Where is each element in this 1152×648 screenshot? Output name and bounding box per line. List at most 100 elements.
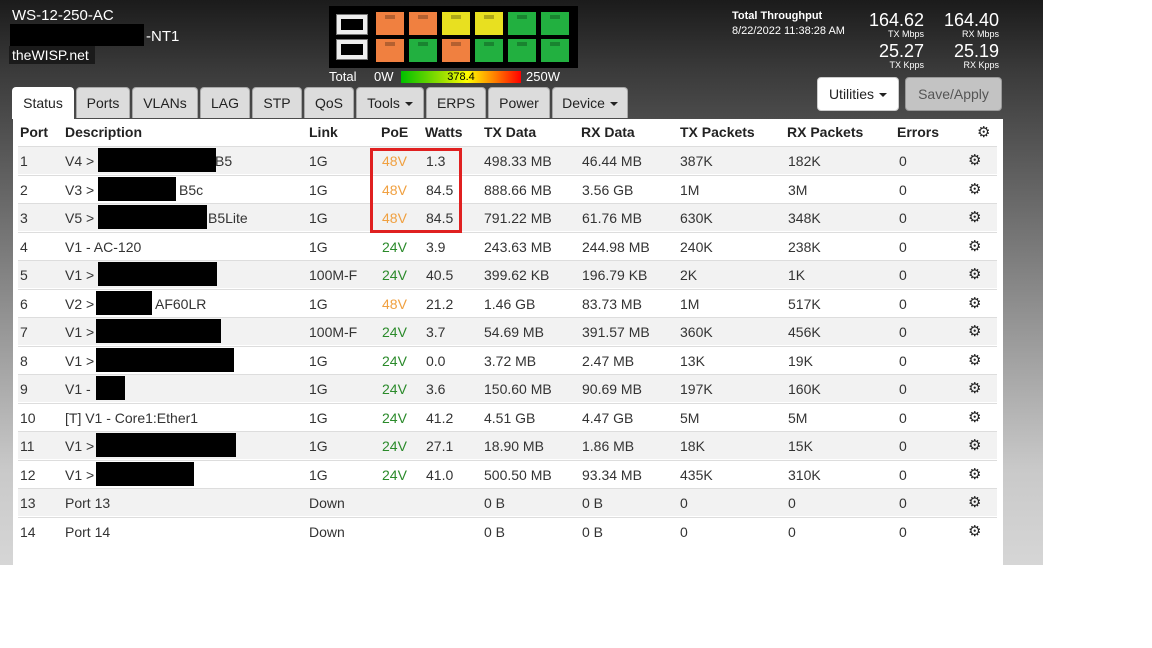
poe-voltage: 48V — [382, 295, 407, 312]
errors: 0 — [899, 210, 907, 226]
table-row[interactable]: 4 V1 - AC-120 1G 24V 3.9 243.63 MB 244.98 MB 24… — [18, 231, 997, 260]
chevron-down-icon — [874, 86, 887, 102]
tab-device[interactable]: Device — [552, 87, 628, 118]
port-number: 10 — [20, 409, 36, 426]
watts: 3.7 — [426, 324, 446, 340]
errors: 0 — [899, 352, 907, 369]
rx-data: 93.34 MB — [582, 466, 642, 483]
description: V3 > — [65, 181, 95, 198]
ethernet-port-2[interactable] — [408, 11, 438, 36]
utilities-button[interactable]: Utilities — [817, 77, 899, 111]
link-status: 1G — [309, 466, 328, 483]
ethernet-port-11[interactable] — [507, 38, 537, 63]
tx-mbps-value: 164.62 — [868, 10, 924, 30]
ethernet-port-9[interactable] — [441, 38, 471, 63]
gear-icon[interactable]: ⚙ — [968, 408, 981, 426]
port-panel — [329, 6, 578, 68]
gear-icon[interactable]: ⚙ — [968, 322, 981, 340]
tab-erps[interactable]: ERPS — [426, 87, 486, 118]
rx-data: 3.56 GB — [582, 181, 634, 198]
tx-packets: 13K — [680, 352, 705, 369]
table-row[interactable]: 11 V1 > 1G 24V 27.1 18.90 MB 1.86 MB 18K 15K 0 ⚙ — [18, 431, 997, 459]
save-apply-button[interactable]: Save/Apply — [905, 77, 1002, 111]
table-row[interactable]: 14 Port 14 Down 0 B 0 B 0 0 0 ⚙ — [18, 516, 997, 545]
redaction-block — [96, 433, 236, 457]
port-number: 11 — [20, 438, 35, 454]
watts: 41.2 — [426, 409, 454, 426]
tx-packets: 197K — [680, 381, 713, 397]
gear-icon[interactable]: ⚙ — [977, 123, 990, 141]
gear-icon[interactable]: ⚙ — [968, 351, 981, 369]
sfp-port-1[interactable] — [336, 14, 368, 35]
table-row[interactable]: 12 V1 > 1G 24V 41.0 500.50 MB 93.34 MB 435K 310K… — [18, 459, 997, 488]
tab-vlans[interactable]: VLANs — [132, 87, 198, 118]
power-max: 250W — [526, 69, 560, 84]
gear-icon[interactable]: ⚙ — [968, 265, 981, 283]
ethernet-port-8[interactable] — [408, 38, 438, 63]
table-row[interactable]: 10 [T] V1 - Core1:Ether1 1G 24V 41.2 4.51 GB 4… — [18, 402, 997, 431]
tab-status[interactable]: Status — [12, 87, 74, 119]
tab-power[interactable]: Power — [488, 87, 550, 118]
ethernet-port-12[interactable] — [540, 38, 570, 63]
table-row[interactable]: 7 V1 > 100M-F 24V 3.7 54.69 MB 391.57 MB 360K 45… — [18, 317, 997, 345]
gear-icon[interactable]: ⚙ — [968, 294, 981, 312]
gear-icon[interactable]: ⚙ — [968, 465, 981, 483]
tx-packets: 5M — [680, 409, 700, 426]
description: V1 > — [65, 324, 95, 340]
ethernet-port-7[interactable] — [375, 38, 405, 63]
errors: 0 — [899, 324, 907, 340]
tx-packets: 360K — [680, 324, 713, 340]
errors: 0 — [899, 181, 907, 198]
link-status: Down — [309, 495, 345, 511]
table-row[interactable]: 6 V2 > AF60LR 1G 48V 21.2 1.46 GB 83.73 MB 1M 517… — [18, 288, 997, 317]
table-row[interactable]: 2 V3 > B5c 1G 48V 84.5 888.66 MB 3.56 GB 1M 3M 0 ⚙ — [18, 174, 997, 203]
errors: 0 — [899, 238, 907, 255]
tab-ports[interactable]: Ports — [76, 87, 130, 118]
poe-voltage: 24V — [382, 267, 407, 283]
tx-data: 399.62 KB — [484, 267, 550, 283]
errors: 0 — [899, 295, 907, 312]
gear-icon[interactable]: ⚙ — [968, 237, 981, 255]
table-row[interactable]: 5 V1 > 100M-F 24V 40.5 399.62 KB 196.79 KB 2K 1K… — [18, 260, 997, 288]
description: V4 > — [65, 153, 95, 169]
table-row[interactable]: 8 V1 > 1G 24V 0.0 3.72 MB 2.47 MB 13K 19K 0 ⚙ — [18, 345, 997, 374]
gear-icon[interactable]: ⚙ — [968, 436, 981, 454]
tx-packets: 387K — [680, 153, 713, 169]
table-row[interactable]: 13 Port 13 Down 0 B 0 B 0 0 0 ⚙ — [18, 488, 997, 516]
tab-stp[interactable]: STP — [252, 87, 302, 118]
rx-data: 1.86 MB — [582, 438, 635, 454]
description: V1 - — [65, 381, 91, 397]
gear-icon[interactable]: ⚙ — [968, 151, 981, 169]
gear-icon[interactable]: ⚙ — [968, 522, 981, 540]
tab-qos[interactable]: QoS — [304, 87, 354, 118]
watts: 0.0 — [426, 352, 446, 369]
port-number: 9 — [20, 381, 28, 397]
gear-icon[interactable]: ⚙ — [968, 493, 981, 511]
sfp-port-2[interactable] — [336, 39, 368, 60]
table-row[interactable]: 1 V4 > B5 1G 48V 1.3 498.33 MB 46.44 MB 387K 182K… — [18, 146, 997, 174]
tx-data: 150.60 MB — [484, 381, 552, 397]
tab-lag[interactable]: LAG — [200, 87, 250, 118]
gear-icon[interactable]: ⚙ — [968, 208, 981, 226]
table-row[interactable]: 9 V1 - 1G 24V 3.6 150.60 MB 90.69 MB 197K 160K 0 ⚙ — [18, 374, 997, 402]
ethernet-port-5[interactable] — [507, 11, 537, 36]
ethernet-port-3[interactable] — [441, 11, 471, 36]
ethernet-port-4[interactable] — [474, 11, 504, 36]
gear-icon[interactable]: ⚙ — [968, 379, 981, 397]
gear-icon[interactable]: ⚙ — [968, 180, 981, 198]
table-row[interactable]: 3 V5 > B5Lite 1G 48V 84.5 791.22 MB 61.76 MB 630… — [18, 203, 997, 231]
ethernet-port-10[interactable] — [474, 38, 504, 63]
ethernet-port-6[interactable] — [540, 11, 570, 36]
rx-kpps-value: 25.19 — [953, 41, 999, 61]
tx-data: 243.63 MB — [484, 238, 552, 255]
port-number: 2 — [20, 181, 28, 198]
rx-kpps-stat: 25.19 RX Kpps — [935, 42, 999, 70]
header-description: Description — [65, 124, 143, 140]
poe-voltage: 24V — [382, 238, 407, 255]
tab-tools[interactable]: Tools — [356, 87, 424, 118]
link-status: 1G — [309, 153, 328, 169]
port-number: 14 — [20, 523, 36, 540]
link-status: 1G — [309, 181, 328, 198]
power-current: 378.4 — [447, 71, 475, 83]
ethernet-port-1[interactable] — [375, 11, 405, 36]
